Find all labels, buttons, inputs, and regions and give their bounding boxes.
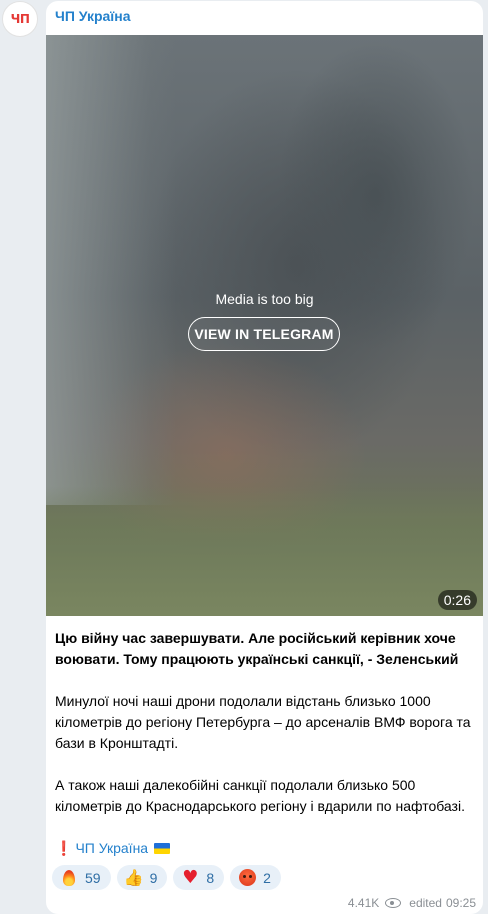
reaction-angry[interactable]: 2 [230,865,281,890]
view-in-telegram-button[interactable]: VIEW IN TELEGRAM [188,317,340,351]
angry-face-icon [237,868,257,888]
message-bubble: ЧП Україна Media is too big VIEW IN TELE… [46,1,483,914]
channel-name-link[interactable]: ЧП Україна [55,8,131,24]
edited-label: edited [409,896,442,910]
reaction-heart[interactable]: ♥ 8 [173,865,225,890]
exclamation-icon: ❗ [55,840,73,856]
message-signature: ❗ ЧП Україна [55,838,171,858]
message-meta: 4.41K edited 09:25 [348,896,476,910]
message-paragraph-2: А також наші далекобійні санкції подолал… [55,777,465,814]
message-paragraph-1: Минулої ночі наші дрони подолали відстан… [55,693,471,751]
heart-icon: ♥ [182,867,199,888]
ukraine-flag-icon [154,843,171,854]
channel-avatar[interactable]: ЧП [2,1,38,37]
view-count: 4.41K [347,896,380,910]
reaction-count: 8 [206,869,215,886]
video-preview[interactable]: Media is too big VIEW IN TELEGRAM 0:26 [46,35,483,616]
avatar-text: ЧП [10,12,30,26]
thumbs-up-icon: 👍 [123,868,144,887]
reaction-count: 2 [263,869,271,886]
video-duration-badge: 0:26 [437,590,477,610]
message-text: Цю війну час завершувати. Але російський… [55,628,475,817]
fire-icon [59,868,79,888]
video-blur-ground [46,486,483,616]
message-time: 09:25 [445,896,476,910]
video-blur-haze [46,35,176,505]
signature-channel-link[interactable]: ЧП Україна [75,840,148,856]
reaction-fire[interactable]: 59 [52,865,111,890]
reaction-thumbs-up[interactable]: 👍 9 [116,865,168,890]
media-too-big-notice: Media is too big [215,291,314,307]
reaction-count: 9 [149,869,158,886]
reaction-count: 59 [85,869,101,886]
eye-icon [385,898,402,908]
message-headline: Цю війну час завершувати. Але російський… [55,630,459,667]
reactions-bar: 59 👍 9 ♥ 8 2 [52,865,281,890]
